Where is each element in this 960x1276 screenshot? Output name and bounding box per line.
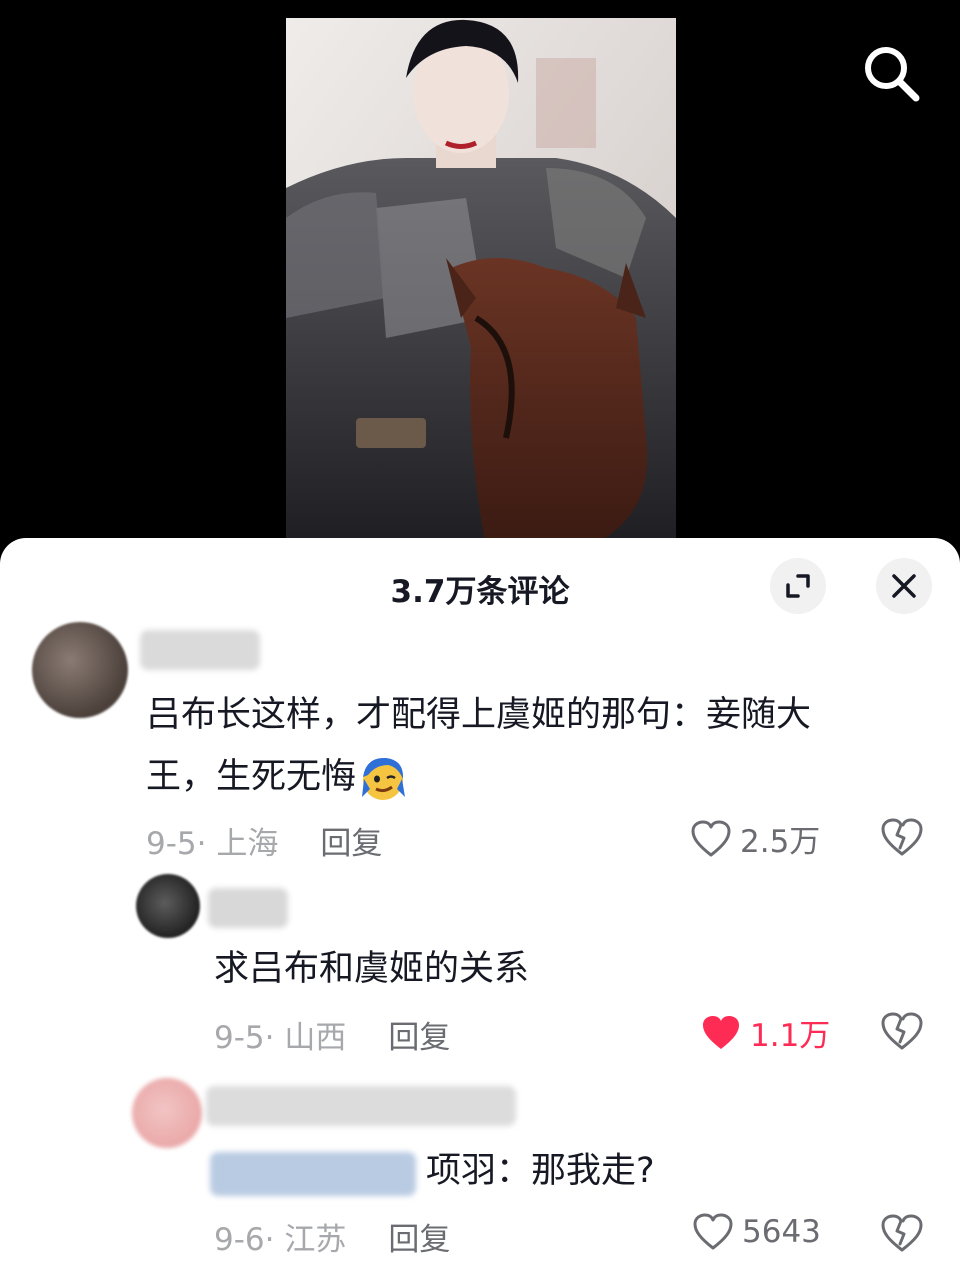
search-icon [865, 47, 920, 102]
comment-text: 项羽：那我走? [426, 1151, 655, 1191]
broken-heart-icon [881, 1012, 923, 1050]
expand-button[interactable] [770, 558, 826, 614]
like-button[interactable]: 2.5万 [690, 816, 820, 861]
comment-meta: 9-5· 山西 回复 [214, 1020, 451, 1056]
like-count: 2.5万 [740, 824, 821, 860]
like-button[interactable]: 1.1万 [700, 1010, 830, 1055]
reply-button[interactable]: 回复 [388, 1222, 450, 1258]
comments-sheet: 3.7万条评论 吕布长这样，才配得上虞姬的那句：妾随大 王，生死无悔 9-5· … [0, 538, 960, 1276]
heart-filled-icon [703, 1015, 739, 1049]
reply-button[interactable]: 回复 [320, 826, 382, 862]
reply-avatar[interactable] [132, 1078, 202, 1148]
reply-name-redacted[interactable] [206, 1086, 516, 1126]
heart-icon [693, 1213, 733, 1250]
comment-location: 山西 [284, 1020, 347, 1056]
comment-date: 9-6 [214, 1222, 265, 1258]
commenter-name-redacted[interactable] [140, 630, 260, 670]
expand-icon [786, 574, 810, 598]
smug-emoji-icon [358, 753, 408, 803]
comment-meta: 9-6· 江苏 回复 [214, 1222, 451, 1258]
like-count: 5643 [742, 1214, 821, 1250]
comment-text-line: 王，生死无悔 [146, 746, 926, 808]
mention-redacted[interactable] [210, 1152, 416, 1196]
broken-heart-icon [881, 1214, 923, 1252]
like-count: 1.1万 [750, 1018, 831, 1054]
comment-date: 9-5 [146, 826, 197, 862]
close-icon [892, 574, 916, 598]
close-button[interactable] [876, 558, 932, 614]
comment-meta: 9-5· 上海 回复 [146, 826, 383, 862]
comment-location: 上海 [216, 826, 279, 862]
comment-text: 吕布长这样，才配得上虞姬的那句：妾随大 王，生死无悔 [146, 684, 926, 808]
reply-button[interactable]: 回复 [388, 1020, 450, 1056]
comment-text: 求吕布和虞姬的关系 [214, 949, 530, 989]
comment-date: 9-5 [214, 1020, 265, 1056]
broken-heart-icon [881, 818, 923, 856]
dislike-button[interactable] [880, 816, 924, 860]
search-button[interactable] [858, 40, 924, 106]
commenter-avatar[interactable] [32, 622, 128, 718]
video-frame-image [286, 18, 676, 548]
heart-icon [691, 820, 731, 856]
like-button[interactable]: 5643 [692, 1212, 821, 1252]
video-area[interactable] [0, 0, 960, 560]
reply-name-redacted[interactable] [208, 888, 288, 928]
comment-location: 江苏 [284, 1222, 347, 1258]
comment-text-line: 吕布长这样，才配得上虞姬的那句：妾随大 [146, 695, 812, 735]
dislike-button[interactable] [880, 1212, 924, 1256]
dislike-button[interactable] [880, 1010, 924, 1054]
reply-avatar[interactable] [136, 874, 200, 938]
